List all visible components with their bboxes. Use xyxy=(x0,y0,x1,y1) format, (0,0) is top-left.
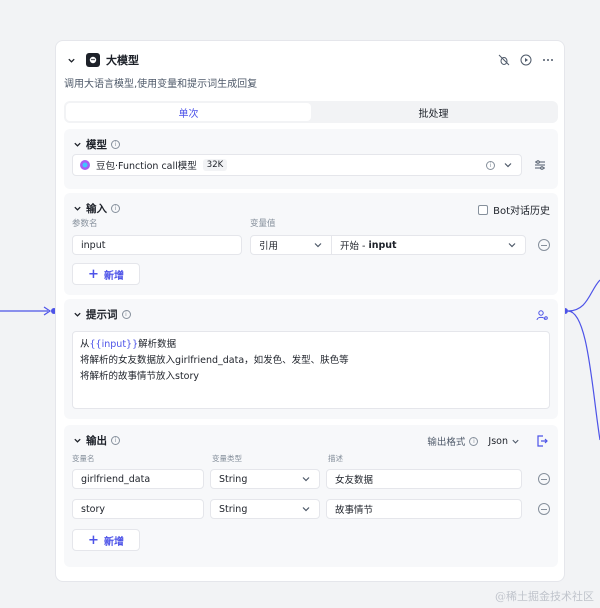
output-section: 输出 i 输出格式 i Json 变量名 变量类型 描述 girlfriend_… xyxy=(64,425,558,567)
model-section: 模型 i 豆包·Function call模型 32K i xyxy=(64,129,558,189)
output-type-select[interactable]: String xyxy=(210,469,320,489)
prompt-line: 将解析的女友数据放入girlfriend_data，如发色、发型、肤色等 xyxy=(80,355,349,366)
run-icon[interactable] xyxy=(520,54,532,66)
input-section-title: 输入 xyxy=(86,203,107,215)
model-collapse-icon[interactable] xyxy=(72,140,82,150)
plus-icon: + xyxy=(88,532,99,548)
model-select[interactable]: 豆包·Function call模型 32K i xyxy=(72,154,522,176)
add-output-label: 新增 xyxy=(103,536,124,548)
desc-header: 描述 xyxy=(328,454,343,463)
prompt-section-title: 提示词 xyxy=(86,309,118,321)
ref-var-select[interactable]: 开始 - input xyxy=(331,235,526,255)
prompt-collapse-icon[interactable] xyxy=(72,310,82,320)
tab-batch[interactable]: 批处理 xyxy=(311,103,556,121)
output-format-select[interactable]: Json xyxy=(488,436,520,447)
input-collapse-icon[interactable] xyxy=(72,204,82,214)
chevron-down-icon xyxy=(503,160,513,170)
ref-var-name: input xyxy=(368,239,397,251)
info-icon[interactable]: i xyxy=(121,310,131,319)
incoming-edge xyxy=(0,306,57,316)
prompt-line: 从{{input}}解析数据 xyxy=(80,339,177,350)
output-name-input[interactable]: girlfriend_data xyxy=(72,469,204,489)
remove-output-icon[interactable] xyxy=(538,503,550,515)
node-title: 大模型 xyxy=(106,54,139,67)
remove-output-icon[interactable] xyxy=(538,473,550,485)
bot-history-checkbox[interactable] xyxy=(478,204,489,215)
prompt-variable: {{input}} xyxy=(89,339,139,350)
chevron-down-icon xyxy=(512,439,519,444)
output-format: 输出格式 i Json xyxy=(427,434,520,448)
output-section-title: 输出 xyxy=(86,435,107,447)
add-input-label: 新增 xyxy=(103,270,124,282)
param-name-input[interactable]: input xyxy=(72,235,242,255)
info-icon[interactable]: i xyxy=(111,204,120,213)
prompt-line: 将解析的故事情节放入story xyxy=(80,371,200,382)
plus-icon: + xyxy=(88,266,99,282)
output-export-icon[interactable] xyxy=(536,435,548,450)
outgoing-edge xyxy=(562,279,600,441)
llm-logo-icon xyxy=(86,53,100,67)
node-description: 调用大语言模型,使用变量和提示词生成回复 xyxy=(64,79,258,90)
chevron-down-icon xyxy=(313,240,323,250)
context-badge: 32K xyxy=(202,159,228,171)
doubao-logo-icon xyxy=(80,160,90,170)
param-name-header: 参数名 xyxy=(72,219,98,229)
prompt-editor[interactable]: 从{{input}}解析数据 将解析的女友数据放入girlfriend_data… xyxy=(72,331,550,409)
model-name: 豆包·Function call模型 xyxy=(96,161,197,172)
more-icon[interactable] xyxy=(542,54,554,66)
output-desc-input[interactable]: 故事情节 xyxy=(326,499,522,519)
mode-tabs: 单次 批处理 xyxy=(64,101,558,123)
bot-history-toggle[interactable]: Bot对话历史 xyxy=(478,202,550,217)
add-input-button[interactable]: + 新增 xyxy=(72,263,140,285)
input-section: 输入 i Bot对话历史 参数名 变量值 input 引用 开始 - input… xyxy=(64,193,558,295)
ref-mode-select[interactable]: 引用 xyxy=(250,235,332,255)
model-section-title: 模型 xyxy=(86,139,107,151)
info-icon[interactable]: i xyxy=(469,436,479,446)
var-type-header: 变量类型 xyxy=(212,454,242,463)
output-type-select[interactable]: String xyxy=(210,499,320,519)
user-prompt-icon[interactable] xyxy=(536,309,548,324)
chevron-down-icon xyxy=(507,240,517,250)
info-icon[interactable]: i xyxy=(111,436,120,445)
model-settings-icon[interactable] xyxy=(534,159,546,174)
ref-mode-value: 引用 xyxy=(259,241,279,252)
node-header: 大模型 xyxy=(66,51,554,69)
param-name-value: input xyxy=(81,239,106,251)
llm-node-card[interactable]: 大模型 调用大语言模型,使用变量和提示词生成回复 单次 批处理 模型 i 豆包·… xyxy=(55,40,565,582)
var-name-header: 变量名 xyxy=(72,454,95,463)
model-info-icon[interactable]: i xyxy=(486,160,495,170)
tab-single[interactable]: 单次 xyxy=(66,103,311,121)
output-collapse-icon[interactable] xyxy=(72,436,82,446)
bug-off-icon[interactable] xyxy=(498,54,510,66)
ref-var-prefix: 开始 - xyxy=(340,241,369,252)
info-icon[interactable]: i xyxy=(111,140,120,149)
remove-input-icon[interactable] xyxy=(538,239,550,251)
output-name-input[interactable]: story xyxy=(72,499,204,519)
add-output-button[interactable]: + 新增 xyxy=(72,529,140,551)
watermark: @稀土掘金技术社区 xyxy=(495,590,594,603)
bot-history-label: Bot对话历史 xyxy=(493,206,550,217)
output-desc-input[interactable]: 女友数据 xyxy=(326,469,522,489)
output-format-label: 输出格式 xyxy=(427,437,466,448)
collapse-chevron-icon[interactable] xyxy=(66,55,76,65)
chevron-down-icon xyxy=(301,474,311,484)
prompt-section: 提示词 i 从{{input}}解析数据 将解析的女友数据放入girlfrien… xyxy=(64,299,558,419)
var-value-header: 变量值 xyxy=(250,219,276,229)
output-format-value: Json xyxy=(488,435,508,447)
chevron-down-icon xyxy=(301,504,311,514)
